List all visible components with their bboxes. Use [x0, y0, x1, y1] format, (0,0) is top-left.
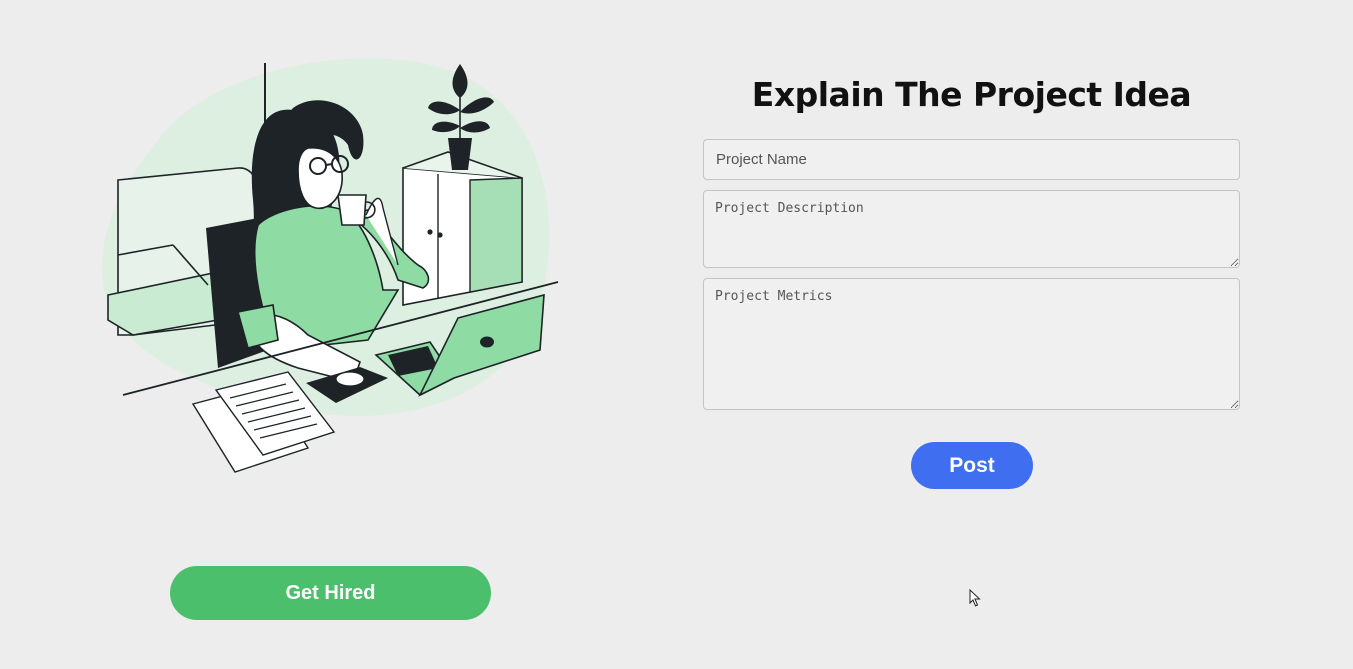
page: Get Hired Explain The Project Idea Post — [0, 0, 1353, 669]
get-hired-button[interactable]: Get Hired — [170, 566, 491, 620]
project-metrics-input[interactable] — [703, 278, 1240, 410]
project-description-input[interactable] — [703, 190, 1240, 268]
page-title: Explain The Project Idea — [751, 75, 1192, 114]
mouse-pointer-icon — [969, 589, 981, 607]
project-name-input[interactable] — [703, 139, 1240, 180]
post-button[interactable]: Post — [911, 442, 1033, 489]
project-form: Explain The Project Idea Post — [703, 70, 1240, 489]
woman-working-illustration — [102, 58, 559, 473]
